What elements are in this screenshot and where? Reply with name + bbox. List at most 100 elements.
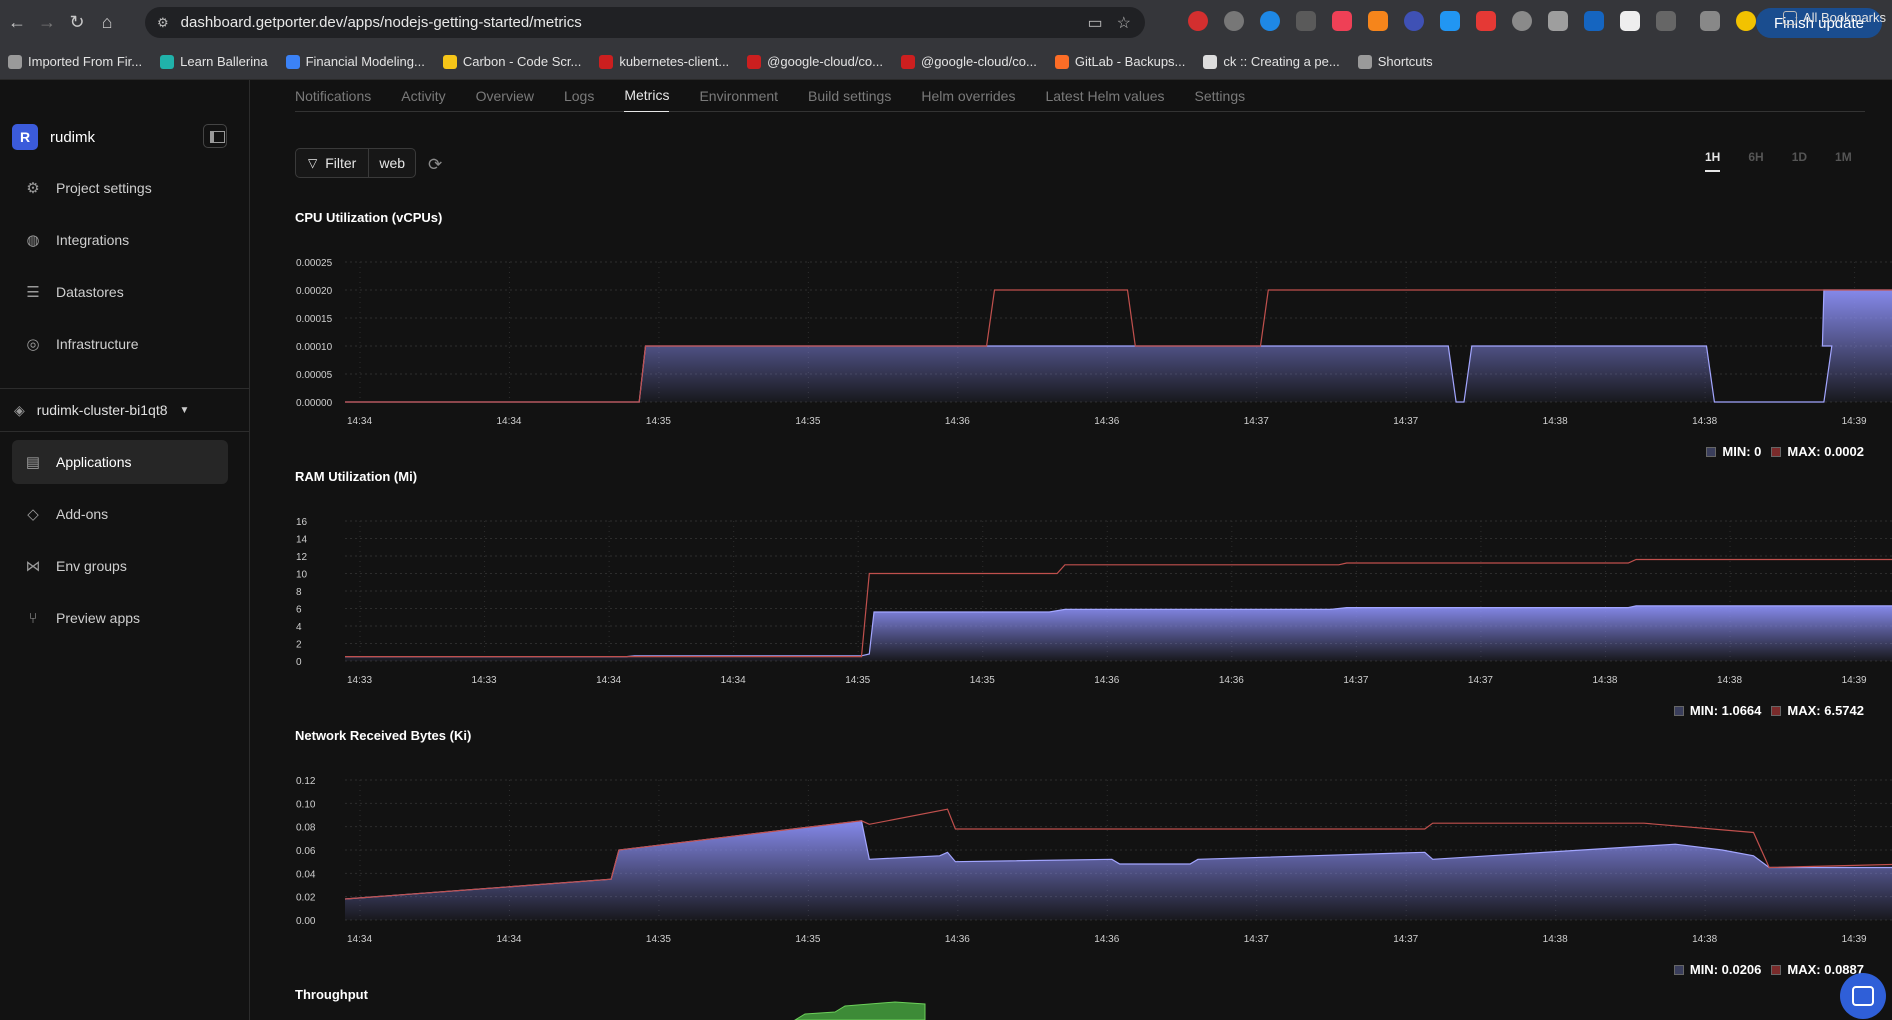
x-tick-label: 14:34 — [347, 934, 372, 945]
eyedropper-icon[interactable] — [1548, 11, 1568, 31]
legend-max-swatch — [1771, 705, 1782, 716]
extension-icon[interactable] — [1404, 11, 1424, 31]
legend-min: MIN: 1.0664 — [1673, 703, 1761, 718]
x-tick-label: 14:34 — [347, 416, 372, 427]
tab-logs[interactable]: Logs — [564, 80, 594, 112]
bookmark-item[interactable]: Learn Ballerina — [160, 54, 268, 69]
metamask-icon[interactable] — [1368, 11, 1388, 31]
extension-icon[interactable] — [1224, 11, 1244, 31]
database-icon: ☰ — [26, 284, 40, 301]
tab-build-settings[interactable]: Build settings — [808, 80, 891, 112]
filter-value[interactable]: web — [369, 149, 415, 177]
tab-environment[interactable]: Environment — [699, 80, 778, 112]
site-info-icon[interactable]: ⚙ — [157, 15, 169, 31]
bookmark-item[interactable]: Imported From Fir... — [8, 54, 142, 69]
bookmark-item[interactable]: Carbon - Code Scr... — [442, 54, 582, 69]
x-tick-label: 14:33 — [472, 675, 497, 686]
tab-settings[interactable]: Settings — [1195, 80, 1246, 112]
bookmark-item[interactable]: GitLab - Backups... — [1054, 54, 1185, 69]
tab-notifications[interactable]: Notifications — [295, 80, 371, 112]
wordpress-icon[interactable] — [1512, 11, 1532, 31]
legend-min: MIN: 0.0206 — [1673, 962, 1761, 977]
extension-icon[interactable] — [1440, 11, 1460, 31]
refresh-icon[interactable]: ⟳ — [428, 155, 442, 175]
legend-max-swatch — [1771, 446, 1782, 457]
filter-label: Filter — [325, 155, 357, 171]
legend-min: MIN: 0 — [1706, 444, 1761, 459]
cluster-selector[interactable]: ◈ rudimk-cluster-bi1qt8 ▼ — [0, 388, 249, 432]
y-tick-label: 0 — [296, 657, 302, 668]
sidebar-item-label: Env groups — [56, 558, 127, 574]
tab-metrics[interactable]: Metrics — [624, 80, 670, 112]
bookmarks-bar: Imported From Fir... Learn Ballerina Finan… — [0, 44, 1892, 80]
bookmark-item[interactable]: kubernetes-client... — [599, 54, 729, 69]
collapse-sidebar-icon[interactable] — [203, 124, 227, 148]
infrastructure-icon: ◎ — [26, 336, 40, 353]
bookmark-favicon-icon — [442, 54, 457, 69]
project-switcher[interactable]: R rudimk — [12, 124, 95, 150]
home-icon[interactable]: ⌂ — [92, 7, 122, 37]
sidebar-item-integrations[interactable]: ◍ Integrations — [12, 218, 228, 262]
tab-overview[interactable]: Overview — [476, 80, 534, 112]
legend-max-swatch — [1771, 964, 1782, 975]
x-tick-label: 14:37 — [1244, 416, 1269, 427]
chat-support-icon[interactable] — [1840, 973, 1886, 1019]
cast-icon[interactable]: ▭ — [1088, 13, 1103, 33]
sidebar-item-env-groups[interactable]: ⋈ Env groups — [12, 544, 228, 588]
bookmark-star-icon[interactable]: ☆ — [1117, 13, 1131, 33]
extension-icon[interactable] — [1584, 11, 1604, 31]
bookmark-item[interactable]: Financial Modeling... — [285, 54, 425, 69]
vue-icon[interactable] — [1296, 11, 1316, 31]
tab-activity[interactable]: Activity — [401, 80, 445, 112]
range-tab-6h[interactable]: 6H — [1748, 150, 1763, 172]
notion-icon[interactable] — [1620, 11, 1640, 31]
bookmark-item[interactable]: ck :: Creating a pe... — [1203, 54, 1340, 69]
y-tick-label: 0.08 — [296, 823, 316, 834]
puzzle-icon[interactable] — [1656, 11, 1676, 31]
x-tick-label: 14:34 — [496, 934, 521, 945]
y-tick-label: 6 — [296, 605, 302, 616]
chart-title: Throughput — [295, 987, 368, 1002]
all-bookmarks[interactable]: All Bookmarks — [1782, 10, 1886, 25]
range-tab-1m[interactable]: 1M — [1835, 150, 1852, 172]
legend-min-label: MIN: 0 — [1722, 444, 1762, 459]
sidebar-item-preview-apps[interactable]: ⑂ Preview apps — [12, 596, 228, 640]
x-tick-label: 14:36 — [1219, 675, 1244, 686]
sidebar-item-infrastructure[interactable]: ◎ Infrastructure — [12, 322, 228, 366]
address-bar[interactable]: ⚙ dashboard.getporter.dev/apps/nodejs-ge… — [145, 7, 1145, 38]
profile-avatar[interactable] — [1736, 11, 1756, 31]
range-tab-1h[interactable]: 1H — [1705, 150, 1721, 172]
filter-button[interactable]: ▽ Filter — [296, 149, 370, 177]
y-tick-label: 0.00 — [296, 916, 316, 927]
folder-icon — [1782, 10, 1797, 25]
sidebar-item-datastores[interactable]: ☰ Datastores — [12, 270, 228, 314]
throughput-chart — [794, 1001, 926, 1020]
forward-icon[interactable]: → — [32, 7, 62, 37]
caret-down-icon: ▼ — [179, 404, 190, 416]
range-tab-1d[interactable]: 1D — [1792, 150, 1807, 172]
tab-helm-overrides[interactable]: Helm overrides — [921, 80, 1015, 112]
extension-icon[interactable] — [1260, 11, 1280, 31]
legend-min-swatch — [1706, 446, 1717, 457]
y-tick-label: 0.10 — [296, 799, 316, 810]
sidebar: R rudimk ◈ rudimk-cluster-bi1qt8 ▼ ⚙ Proj… — [0, 80, 250, 1020]
x-tick-label: 14:38 — [1543, 934, 1568, 945]
sidebar-item-applications[interactable]: ▤ Applications — [12, 440, 228, 484]
extension-icon[interactable] — [1476, 11, 1496, 31]
series-area-avg — [345, 820, 1892, 920]
project-avatar: R — [12, 124, 38, 150]
sidebar-item-project-settings[interactable]: ⚙ Project settings — [12, 166, 228, 210]
sidebar-item-add-ons[interactable]: ◇ Add-ons — [12, 492, 228, 536]
bookmark-item[interactable]: @google-cloud/co... — [747, 54, 883, 69]
bookmark-item[interactable]: Shortcuts — [1357, 54, 1433, 69]
adblock-icon[interactable] — [1188, 11, 1208, 31]
reload-icon[interactable]: ↻ — [62, 7, 92, 37]
tab-latest-helm-values[interactable]: Latest Helm values — [1045, 80, 1164, 112]
bookmark-label: Carbon - Code Scr... — [462, 54, 582, 69]
side-panel-icon[interactable] — [1700, 11, 1720, 31]
bookmark-item[interactable]: @google-cloud/co... — [901, 54, 1037, 69]
pocket-icon[interactable] — [1332, 11, 1352, 31]
back-icon[interactable]: ← — [2, 7, 32, 37]
x-tick-label: 14:37 — [1393, 934, 1418, 945]
bookmark-label: @google-cloud/co... — [767, 54, 883, 69]
